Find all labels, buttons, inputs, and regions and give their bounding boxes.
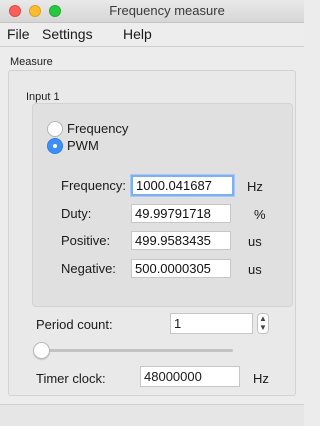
menu-help[interactable]: Help xyxy=(123,26,152,42)
positive-label: Positive: xyxy=(61,233,111,248)
measure-group-label: Measure xyxy=(10,56,53,68)
menu-divider xyxy=(0,46,304,47)
radio-frequency[interactable] xyxy=(47,121,63,137)
radio-pwm[interactable] xyxy=(47,138,63,154)
period-count-slider-track[interactable] xyxy=(40,349,233,352)
duty-unit: % xyxy=(254,207,266,222)
chevron-down-icon[interactable]: ▼ xyxy=(259,323,267,332)
radio-frequency-label[interactable]: Frequency xyxy=(67,121,128,136)
frequency-label: Frequency: xyxy=(61,178,127,193)
frequency-unit: Hz xyxy=(247,179,263,194)
chevron-up-icon[interactable]: ▲ xyxy=(259,314,267,323)
frequency-field[interactable]: 1000.041687 xyxy=(131,175,234,196)
input1-group-label: Input 1 xyxy=(26,91,60,103)
timer-clock-label: Timer clock: xyxy=(36,371,106,386)
radio-pwm-label[interactable]: PWM xyxy=(67,138,99,153)
duty-field[interactable]: 49.99791718 xyxy=(131,204,231,223)
period-count-slider-handle[interactable] xyxy=(33,342,50,359)
period-count-field[interactable]: 1 xyxy=(170,313,253,334)
positive-unit: us xyxy=(248,234,262,249)
menu-settings[interactable]: Settings xyxy=(42,26,93,42)
menu-bar: File Settings Help xyxy=(0,23,304,45)
title-bar: Frequency measure xyxy=(0,0,304,23)
negative-unit: us xyxy=(248,262,262,277)
window-title: Frequency measure xyxy=(109,3,225,18)
period-count-label: Period count: xyxy=(36,317,113,332)
negative-label: Negative: xyxy=(61,261,116,276)
timer-clock-unit: Hz xyxy=(253,371,269,386)
menu-file[interactable]: File xyxy=(7,26,30,42)
status-bar xyxy=(0,404,304,426)
negative-field[interactable]: 500.0000305 xyxy=(131,259,231,278)
positive-field[interactable]: 499.9583435 xyxy=(131,231,231,250)
period-count-stepper[interactable]: ▲ ▼ xyxy=(257,313,269,334)
duty-label: Duty: xyxy=(61,206,92,221)
timer-clock-field[interactable]: 48000000 xyxy=(140,366,240,387)
